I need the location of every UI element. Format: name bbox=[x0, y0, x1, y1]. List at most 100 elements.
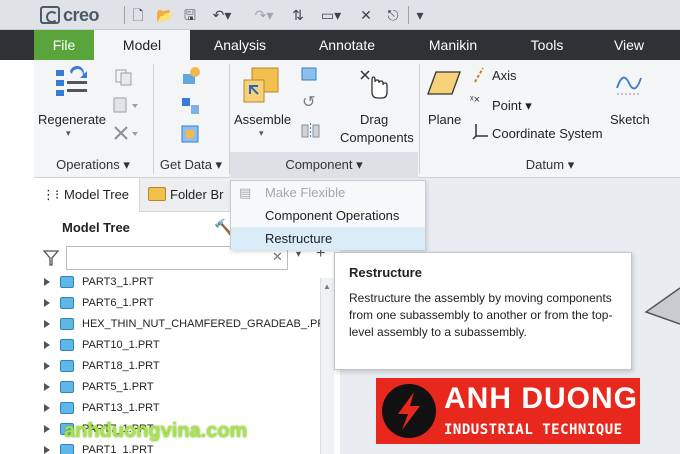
tooltip-title: Restructure bbox=[349, 265, 422, 280]
exit-icon[interactable]: ⎋ bbox=[384, 7, 402, 23]
coordinate-system-icon[interactable] bbox=[472, 122, 490, 140]
tree-scrollbar[interactable]: ▲ bbox=[320, 278, 334, 454]
plane-icon[interactable] bbox=[426, 68, 462, 98]
repeat-icon[interactable]: ↺ bbox=[302, 92, 315, 112]
new-file-icon[interactable]: 🗋 bbox=[130, 7, 146, 23]
brand-logo: ANH DUONG INDUSTRIAL TECHNIQUE bbox=[376, 378, 640, 444]
tree-item[interactable]: PART13_1.PRT bbox=[44, 398, 160, 419]
drag-components-label-1[interactable]: Drag bbox=[360, 112, 388, 127]
tree-item[interactable]: PART3_1.PRT bbox=[44, 272, 154, 293]
tab-file[interactable]: File bbox=[34, 30, 94, 60]
part-icon bbox=[60, 318, 74, 331]
tree-item[interactable]: PART5_1.PRT bbox=[44, 377, 154, 398]
model-tree-icon: ⋮⁝ bbox=[42, 187, 60, 202]
make-flexible-icon: ▤ bbox=[239, 185, 252, 200]
scroll-up-icon[interactable]: ▲ bbox=[323, 282, 331, 291]
expand-arrow-icon[interactable] bbox=[44, 383, 50, 392]
component-group-label[interactable]: Component ▾ bbox=[230, 152, 418, 178]
folder-icon bbox=[148, 187, 166, 201]
redo-icon[interactable]: ↷▾ bbox=[250, 7, 278, 23]
creo-logo-text: creo bbox=[63, 4, 100, 25]
expand-arrow-icon[interactable] bbox=[44, 278, 50, 287]
model-tree-title: Model Tree bbox=[62, 220, 130, 235]
qat-separator bbox=[124, 6, 125, 24]
creo-logo-mark bbox=[40, 6, 60, 24]
part-icon bbox=[60, 360, 74, 373]
part-icon bbox=[60, 402, 74, 415]
regenerate-quick-icon[interactable]: ⇅ bbox=[290, 7, 306, 23]
brand-tagline: INDUSTRIAL TECHNIQUE bbox=[444, 422, 623, 438]
operations-group-label[interactable]: Operations ▾ bbox=[34, 152, 152, 178]
regenerate-chevron-icon[interactable]: ▾ bbox=[66, 128, 71, 139]
brand-name: ANH DUONG bbox=[444, 382, 638, 415]
tree-item[interactable]: PART10_1.PRT bbox=[44, 335, 160, 356]
menu-item-make-flexible[interactable]: ▤ Make Flexible bbox=[231, 181, 425, 204]
expand-arrow-icon[interactable] bbox=[44, 446, 50, 454]
expand-arrow-icon[interactable] bbox=[44, 404, 50, 413]
point-button[interactable]: Point ▾ bbox=[492, 98, 532, 114]
restructure-tooltip: Restructure Restructure the assembly by … bbox=[334, 252, 632, 370]
clear-search-icon[interactable]: ✕ bbox=[272, 249, 283, 265]
delete-icon[interactable] bbox=[112, 124, 142, 142]
expand-arrow-icon[interactable] bbox=[44, 425, 50, 434]
assemble-button[interactable]: Assemble bbox=[234, 112, 291, 127]
expand-arrow-icon[interactable] bbox=[44, 299, 50, 308]
lightning-bolt-icon bbox=[382, 384, 436, 438]
tab-model[interactable]: Model bbox=[94, 30, 190, 60]
tab-manikin[interactable]: Manikin bbox=[416, 30, 490, 60]
tab-analysis[interactable]: Analysis bbox=[200, 30, 280, 60]
package-icon[interactable] bbox=[300, 66, 320, 84]
part-icon bbox=[60, 444, 74, 454]
tab-model-tree[interactable]: ⋮⁝ Model Tree bbox=[34, 178, 140, 212]
menu-item-restructure[interactable]: Restructure bbox=[231, 227, 425, 250]
plane-button[interactable]: Plane bbox=[428, 112, 461, 127]
user-defined-feature-icon[interactable] bbox=[180, 66, 202, 86]
menu-item-component-operations[interactable]: Component Operations bbox=[231, 204, 425, 227]
tab-view[interactable]: View bbox=[604, 30, 654, 60]
brand-website: anhduongvina.com bbox=[64, 420, 248, 442]
paste-icon[interactable] bbox=[112, 96, 142, 114]
part-icon bbox=[60, 297, 74, 310]
tab-annotate[interactable]: Annotate bbox=[304, 30, 390, 60]
tree-item[interactable]: PART18_1.PRT bbox=[44, 356, 160, 377]
close-window-icon[interactable]: ✕ bbox=[358, 7, 374, 23]
sketch-button[interactable]: Sketch bbox=[610, 112, 650, 127]
assemble-icon[interactable] bbox=[242, 66, 282, 106]
get-data-group-label[interactable]: Get Data ▾ bbox=[154, 152, 228, 178]
save-icon[interactable]: 🖫 bbox=[182, 7, 198, 23]
drag-components-label-2[interactable]: Components bbox=[340, 130, 414, 145]
undo-icon[interactable]: ↶▾ bbox=[208, 7, 236, 23]
datum-group-label[interactable]: Datum ▾ bbox=[420, 152, 680, 178]
tooltip-body: Restructure the assembly by moving compo… bbox=[349, 291, 613, 339]
tab-folder-browser[interactable]: Folder Br bbox=[140, 178, 240, 212]
expand-arrow-icon[interactable] bbox=[44, 341, 50, 350]
part-icon bbox=[60, 339, 74, 352]
windows-icon[interactable]: ▭▾ bbox=[316, 7, 346, 23]
search-options-chevron-icon[interactable]: ▾ bbox=[296, 249, 301, 260]
regenerate-icon[interactable] bbox=[54, 66, 90, 102]
drag-components-icon[interactable] bbox=[358, 68, 390, 100]
coordinate-system-button[interactable]: Coordinate System bbox=[492, 126, 603, 141]
sketch-icon[interactable] bbox=[614, 68, 644, 98]
mirror-component-icon[interactable] bbox=[300, 122, 322, 140]
point-icon[interactable]: ˣ× bbox=[470, 94, 480, 106]
shrinkwrap-icon[interactable] bbox=[180, 124, 202, 144]
regenerate-button[interactable]: Regenerate bbox=[38, 112, 106, 127]
tab-tools[interactable]: Tools bbox=[516, 30, 578, 60]
open-folder-icon[interactable]: 📂 bbox=[156, 7, 173, 23]
tree-item[interactable]: HEX_THIN_NUT_CHAMFERED_GRADEAB_.PRT bbox=[44, 314, 332, 335]
expand-arrow-icon[interactable] bbox=[44, 362, 50, 371]
qat-separator bbox=[408, 6, 409, 24]
axis-button[interactable]: Axis bbox=[492, 68, 517, 83]
filter-icon[interactable] bbox=[42, 249, 60, 267]
axis-icon[interactable] bbox=[472, 66, 486, 84]
customize-qat-chevron-icon[interactable]: ▾ bbox=[414, 7, 426, 23]
tree-item[interactable]: PART6_1.PRT bbox=[44, 293, 154, 314]
ribbon-panel: Regenerate ▾ Operations ▾ Get Data ▾ Ass… bbox=[34, 60, 680, 178]
assemble-chevron-icon[interactable]: ▾ bbox=[259, 128, 264, 139]
copy-geometry-icon[interactable] bbox=[180, 96, 202, 116]
ribbon-tab-bar: File Model Analysis Annotate Manikin Too… bbox=[0, 30, 680, 60]
part-icon bbox=[60, 381, 74, 394]
expand-arrow-icon[interactable] bbox=[44, 320, 50, 329]
copy-icon[interactable] bbox=[114, 68, 134, 86]
